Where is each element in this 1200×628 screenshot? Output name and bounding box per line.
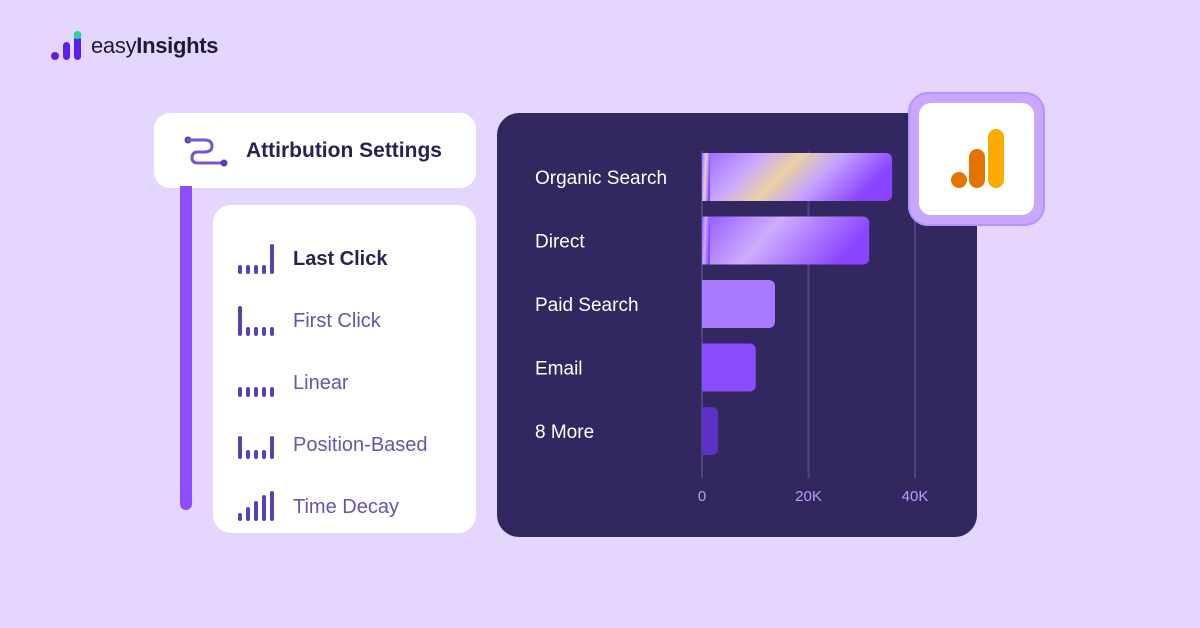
category-label: Email [535,359,583,380]
chart-svg: Organic Search Direct Paid Search Email 8 Mo… [535,151,929,505]
attribution-settings-header[interactable]: Attirbution Settings [154,113,476,188]
model-item-linear[interactable]: Linear [213,353,476,415]
model-label: First Click [293,310,381,333]
bar-rect[interactable] [702,153,893,201]
easyinsights-logo-icon [51,31,82,60]
bar-rect-square-edge [702,407,710,455]
category-label: Paid Search [535,295,639,316]
model-item-time-decay[interactable]: Time Decay [213,476,476,538]
connector-rail [180,186,192,510]
brand-name: easyInsights [91,33,219,58]
position-based-bars-icon [238,436,274,460]
category-label: 8 More [535,422,594,443]
model-label: Time Decay [293,495,399,518]
google-analytics-icon [950,129,1004,188]
first-click-bars-icon [238,305,274,336]
model-label: Linear [293,371,349,394]
time-decay-bars-icon [238,491,274,522]
last-click-bars-icon [238,243,274,274]
channel-bar-chart: Organic Search Direct Paid Search Email 8 Mo… [497,113,977,537]
bar-direct[interactable] [702,216,870,265]
x-tick-label: 20K [795,488,822,505]
attribution-models-list: Last Click First Click Linear Position-B… [213,205,476,533]
bar-organic-search[interactable] [702,153,893,201]
google-analytics-badge [908,92,1045,226]
bar-paid-search[interactable] [702,280,775,328]
x-tick-label: 40K [902,488,929,505]
bar-8-more[interactable] [702,407,718,455]
bar-rect[interactable] [702,216,870,265]
bar-rect[interactable] [702,280,775,328]
bar-rect[interactable] [702,343,756,392]
linear-bars-icon [238,387,274,398]
bar-rect-square-edge [702,216,710,265]
bar-rect-square-edge [702,343,710,392]
bar-rect-square-edge [702,280,710,328]
category-label: Organic Search [535,168,667,189]
model-item-first-click[interactable]: First Click [213,291,476,353]
brand-logo: easyInsights [50,30,219,62]
model-label: Last Click [293,248,388,271]
bar-email[interactable] [702,343,756,392]
x-tick-label: 0 [698,488,706,505]
bar-rect-square-edge [702,153,710,201]
model-label: Position-Based [293,433,428,456]
route-icon [184,136,228,166]
category-label: Direct [535,232,585,253]
attribution-settings-title: Attirbution Settings [246,138,442,162]
model-item-last-click[interactable]: Last Click [213,229,476,291]
model-item-position-based[interactable]: Position-Based [213,414,476,476]
google-analytics-badge-inner [919,103,1034,215]
